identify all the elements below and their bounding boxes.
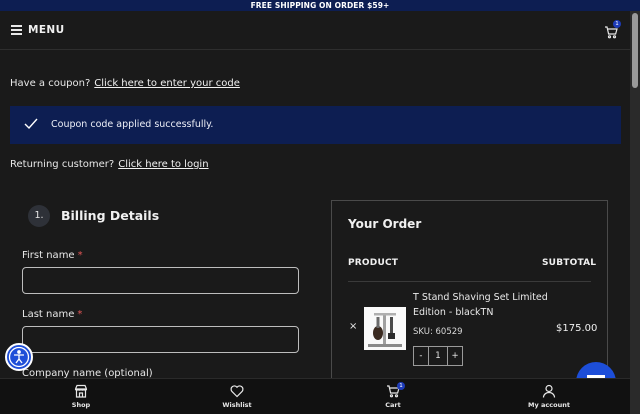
decrease-quantity-button[interactable]: - (414, 347, 428, 365)
scrollbar-thumb[interactable] (632, 13, 638, 88)
cart-count-badge: 1 (613, 20, 621, 28)
product-sku: SKU: 60529 (413, 327, 463, 337)
cart-count-badge: 1 (397, 382, 405, 390)
remove-item-button[interactable]: × (349, 321, 357, 332)
subtotal-column-header: SUBTOTAL (542, 258, 597, 268)
nav-account[interactable]: My account (509, 379, 589, 414)
nav-cart[interactable]: 1 Cart (353, 379, 433, 414)
increase-quantity-button[interactable]: + (448, 347, 462, 365)
quantity-stepper: - 1 + (413, 346, 463, 366)
last-name-input[interactable] (22, 326, 299, 353)
step-number: 1. (28, 205, 50, 227)
product-column-header: PRODUCT (348, 258, 399, 268)
login-link[interactable]: Click here to login (118, 159, 208, 170)
billing-title: Billing Details (61, 208, 160, 223)
site-header: MENU 1 (0, 11, 630, 50)
coupon-line: Have a coupon? Click here to enter your c… (10, 78, 240, 89)
first-name-input[interactable] (22, 267, 299, 294)
header-cart-button[interactable]: 1 (604, 20, 621, 39)
nav-account-label: My account (528, 401, 570, 409)
success-notice: Coupon code applied successfully. (10, 106, 621, 144)
checkmark-icon (24, 118, 38, 130)
store-icon (74, 384, 88, 398)
required-marker: * (77, 309, 83, 320)
first-name-label: First name * (22, 250, 83, 261)
quantity-input[interactable]: 1 (427, 347, 449, 365)
accessibility-button[interactable] (5, 343, 33, 371)
shipping-banner: FREE SHIPPING ON ORDER $59+ (0, 0, 640, 11)
user-icon (542, 384, 556, 398)
product-name[interactable]: T Stand Shaving Set Limited Edition - bl… (413, 291, 563, 320)
product-price: $175.00 (556, 323, 598, 334)
login-prompt: Returning customer? (10, 159, 115, 170)
enter-coupon-link[interactable]: Click here to enter your code (94, 78, 240, 89)
first-name-label-text: First name (22, 250, 75, 261)
nav-wishlist[interactable]: Wishlist (197, 379, 277, 414)
nav-cart-label: Cart (385, 401, 401, 409)
nav-wishlist-label: Wishlist (222, 401, 252, 409)
product-image[interactable] (364, 307, 406, 350)
notice-message: Coupon code applied successfully. (51, 119, 214, 130)
bottom-navigation: Shop Wishlist 1 Cart My account (0, 378, 630, 414)
heart-icon (230, 385, 244, 398)
hamburger-icon[interactable] (11, 25, 22, 35)
order-title: Your Order (348, 217, 422, 231)
last-name-label: Last name * (22, 309, 82, 320)
login-line: Returning customer? Click here to login (10, 159, 209, 170)
nav-shop-label: Shop (71, 401, 91, 409)
menu-button[interactable]: MENU (28, 24, 65, 36)
accessibility-icon (8, 346, 30, 368)
last-name-label-text: Last name (22, 309, 75, 320)
nav-shop[interactable]: Shop (41, 379, 121, 414)
divider (348, 281, 591, 282)
required-marker: * (77, 250, 83, 261)
coupon-prompt: Have a coupon? (10, 78, 91, 89)
